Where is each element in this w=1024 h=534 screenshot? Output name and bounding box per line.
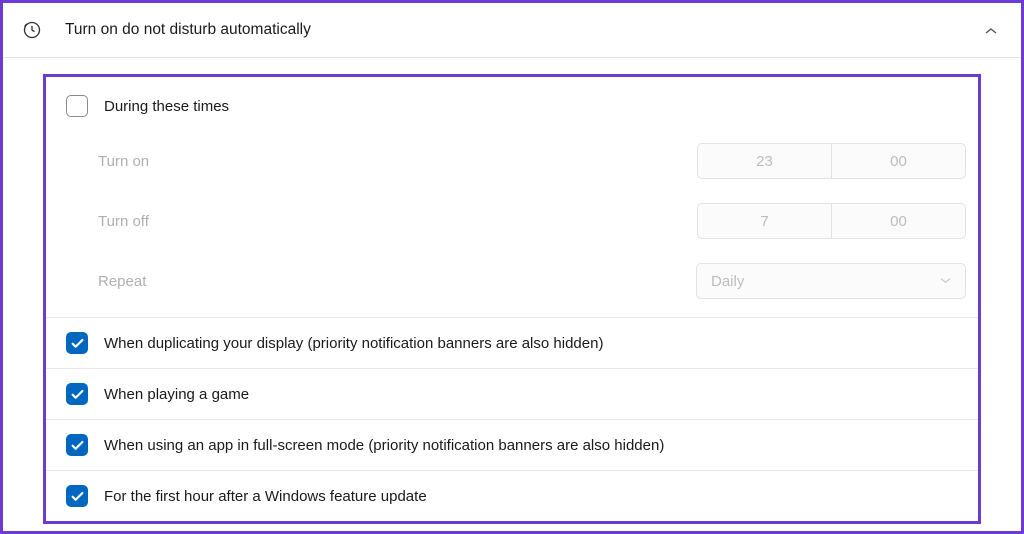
turn-off-row: Turn off 7 00 xyxy=(46,191,978,251)
during-times-label: During these times xyxy=(104,98,966,115)
turn-on-row: Turn on 23 00 xyxy=(46,131,978,191)
feature-update-checkbox[interactable] xyxy=(66,485,88,507)
fullscreen-checkbox[interactable] xyxy=(66,434,88,456)
feature-update-label: For the first hour after a Windows featu… xyxy=(104,488,966,505)
during-times-block: During these times Turn on 23 00 Turn of… xyxy=(46,77,978,318)
gaming-checkbox[interactable] xyxy=(66,383,88,405)
turn-off-time: 7 00 xyxy=(697,203,966,239)
duplicating-label: When duplicating your display (priority … xyxy=(104,335,966,352)
feature-update-row: For the first hour after a Windows featu… xyxy=(46,471,978,521)
duplicating-checkbox[interactable] xyxy=(66,332,88,354)
fullscreen-row: When using an app in full-screen mode (p… xyxy=(46,420,978,471)
turn-off-label: Turn off xyxy=(98,213,697,230)
fullscreen-label: When using an app in full-screen mode (p… xyxy=(104,437,966,454)
turn-on-hour[interactable]: 23 xyxy=(697,143,832,179)
turn-on-time: 23 00 xyxy=(697,143,966,179)
gaming-label: When playing a game xyxy=(104,386,966,403)
turn-on-label: Turn on xyxy=(98,153,697,170)
repeat-select[interactable]: Daily xyxy=(696,263,966,299)
settings-panel: Turn on do not disturb automatically Dur… xyxy=(0,0,1024,534)
section-title: Turn on do not disturb automatically xyxy=(65,21,985,39)
duplicating-display-row: When duplicating your display (priority … xyxy=(46,318,978,369)
turn-off-hour[interactable]: 7 xyxy=(697,203,832,239)
repeat-label: Repeat xyxy=(98,273,696,290)
clock-history-icon xyxy=(21,19,43,41)
during-times-checkbox[interactable] xyxy=(66,95,88,117)
chevron-down-icon xyxy=(940,275,951,287)
gaming-row: When playing a game xyxy=(46,369,978,420)
during-times-row: During these times xyxy=(46,77,978,131)
repeat-value: Daily xyxy=(711,273,744,290)
turn-off-min[interactable]: 00 xyxy=(831,203,966,239)
options-frame: During these times Turn on 23 00 Turn of… xyxy=(43,74,981,524)
turn-on-min[interactable]: 00 xyxy=(831,143,966,179)
chevron-up-icon xyxy=(985,22,997,38)
repeat-row: Repeat Daily xyxy=(46,251,978,311)
section-header[interactable]: Turn on do not disturb automatically xyxy=(3,3,1021,58)
